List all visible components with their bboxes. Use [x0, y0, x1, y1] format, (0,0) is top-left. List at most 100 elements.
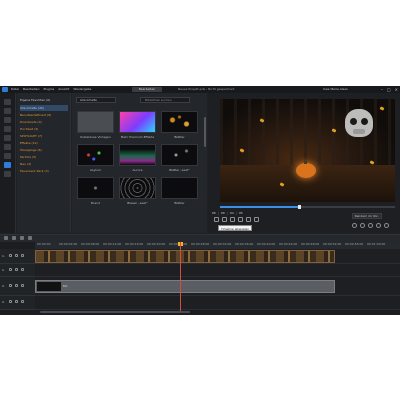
category-item[interactable]: Übergänge (6) — [20, 147, 68, 153]
effect-tile[interactable] — [161, 111, 198, 133]
fx-room-icon[interactable] — [4, 108, 11, 114]
audio-track-icon[interactable] — [21, 268, 24, 271]
effect-tile-label: Blasen „Leaf“ — [127, 201, 148, 205]
undock-icon[interactable] — [384, 223, 389, 228]
visibility-icon[interactable] — [15, 268, 18, 271]
transition-room-icon[interactable] — [4, 135, 11, 141]
play-icon[interactable] — [214, 217, 219, 222]
video-editor-window: Datei Bearbeiten Plugins Ansicht Wiederg… — [0, 86, 400, 315]
playback-progress-fill — [220, 206, 299, 208]
visibility-icon[interactable] — [15, 284, 18, 287]
library-header[interactable]: Eigene Favoriten (0) — [20, 97, 68, 103]
edit-mode-button[interactable]: Bearbeiten — [132, 87, 162, 92]
video-track-icon[interactable] — [21, 254, 24, 257]
effect-tile[interactable] — [161, 177, 198, 199]
timecode-display: 00 ; 00 ; 04 ; 05 — [212, 211, 243, 215]
lock-icon[interactable] — [9, 284, 12, 287]
screen-icon[interactable] — [360, 223, 365, 228]
playhead-line[interactable] — [180, 242, 181, 312]
close-icon[interactable]: × — [395, 86, 398, 93]
snapshot-icon[interactable] — [246, 217, 251, 222]
window-controls: – □ × — [381, 86, 398, 93]
category-item[interactable]: Feuerwerk Pack (3) — [20, 168, 68, 174]
category-item[interactable]: Downloads (0) — [20, 119, 68, 125]
title-room-icon[interactable] — [4, 126, 11, 132]
category-item[interactable]: SPOTLIGHT (7) — [20, 133, 68, 139]
menu-edit[interactable]: Bearbeiten — [23, 86, 39, 93]
timeline-scrollbar[interactable] — [40, 311, 190, 313]
ripple-icon[interactable] — [20, 236, 24, 240]
track-header: 2. — [0, 296, 35, 310]
track-header: 1. — [0, 264, 35, 277]
menu-plugins[interactable]: Plugins — [44, 86, 55, 93]
media-clip[interactable]: Mo — [35, 280, 335, 293]
menu-playback[interactable]: Wiedergabe — [73, 86, 91, 93]
minimize-icon[interactable]: – — [381, 86, 383, 93]
ruler-tick-label: 00:00:08:00 — [81, 242, 100, 246]
stop-icon[interactable] — [222, 217, 227, 222]
category-item[interactable]: Effekte (12) — [20, 140, 68, 146]
audio-room-icon[interactable] — [4, 144, 11, 150]
gallery-scrollbar[interactable] — [204, 117, 206, 147]
category-item[interactable]: Neu (3) — [20, 161, 68, 167]
snap-icon[interactable] — [12, 236, 16, 240]
timeline-toolbar — [0, 235, 400, 242]
effect-tile-label: Mehr Premium Effekte — [120, 135, 155, 139]
next-frame-icon[interactable] — [238, 217, 243, 222]
effect-tile[interactable] — [77, 144, 114, 166]
maximize-icon[interactable]: □ — [387, 86, 391, 93]
ruler-tick-label: 00:00:52:00 — [323, 242, 342, 246]
menu-file[interactable]: Datei — [11, 86, 19, 93]
room-toolbar — [0, 93, 16, 233]
particle-room-icon[interactable] — [4, 162, 11, 168]
playback-scrubber-handle[interactable] — [297, 205, 301, 209]
category-item[interactable]: Particle (5) — [20, 154, 68, 160]
video-track-icon[interactable] — [21, 284, 24, 287]
app-logo-icon — [2, 87, 8, 92]
audio-track-icon[interactable] — [21, 300, 24, 303]
lock-icon[interactable] — [9, 268, 12, 271]
effect-tile[interactable] — [77, 177, 114, 199]
category-item[interactable]: Alle Inhalte (45) — [20, 105, 68, 111]
ruler-tick-label: 00:00:20:00 — [147, 242, 166, 246]
previous-frame-icon[interactable] — [230, 217, 235, 222]
pip-room-icon[interactable] — [4, 117, 11, 123]
skull-image — [345, 109, 373, 137]
menu-bar: Datei Bearbeiten Plugins Ansicht Wiederg… — [0, 86, 400, 93]
render-preview-dropdown[interactable]: Rendern im Vor.. — [352, 213, 382, 219]
effect-tile[interactable] — [119, 111, 156, 133]
visibility-icon[interactable] — [15, 300, 18, 303]
chapter-room-icon[interactable] — [4, 153, 11, 159]
video-lane — [35, 249, 400, 264]
track-number: 1. — [2, 254, 5, 258]
effect-tile[interactable] — [77, 111, 114, 133]
effect-tile[interactable] — [161, 144, 198, 166]
lock-icon[interactable] — [9, 300, 12, 303]
user-name[interactable]: Uwe Marie Alsen — [323, 86, 348, 93]
category-item[interactable]: Benutzerdefiniert (6) — [20, 112, 68, 118]
playback-progress-bar[interactable] — [220, 205, 395, 209]
volume-icon[interactable] — [254, 217, 259, 222]
ruler-tick-label: 00:00:12:00 — [103, 242, 122, 246]
visibility-icon[interactable] — [15, 254, 18, 257]
zoom-timeline-icon[interactable] — [28, 236, 32, 240]
effect-tile[interactable] — [119, 144, 156, 166]
media-room-icon[interactable] — [4, 99, 11, 105]
menu-view[interactable]: Ansicht — [58, 86, 69, 93]
fullscreen-icon[interactable] — [376, 223, 381, 228]
time-ruler[interactable]: 00:00:00 00:00:04:00 00:00:08:00 00:00:12:0… — [35, 242, 400, 249]
track-manager-icon[interactable] — [4, 236, 8, 240]
ruler-tick-label: 00:00:32:00 — [213, 242, 232, 246]
library-search-input[interactable]: Bibliothek suchen — [140, 97, 190, 103]
quality-icon[interactable] — [368, 223, 373, 228]
category-item[interactable]: Hochzeit (3) — [20, 126, 68, 132]
video-clip[interactable] — [35, 250, 335, 263]
subtitle-room-icon[interactable] — [4, 171, 11, 177]
skull-eye — [350, 118, 357, 125]
zoom-icon[interactable] — [352, 223, 357, 228]
track-header: 1. — [0, 249, 35, 264]
audio-lane — [35, 264, 400, 277]
effect-tile[interactable] — [119, 177, 156, 199]
content-filter-dropdown[interactable]: Alle Inhalte — [76, 97, 116, 103]
lock-icon[interactable] — [9, 254, 12, 257]
